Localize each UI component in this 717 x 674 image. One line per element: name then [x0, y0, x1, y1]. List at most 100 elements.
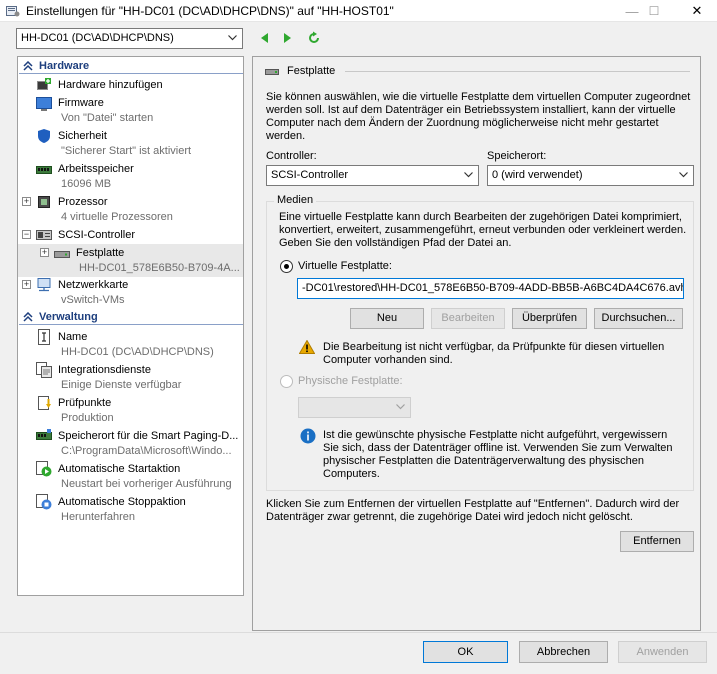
- remove-description: Klicken Sie zum Entfernen der virtuellen…: [266, 498, 680, 523]
- title-bar: Einstellungen für "HH-DC01 (DC\AD\DHCP\D…: [0, 0, 717, 22]
- hard-drive-icon: [265, 69, 279, 75]
- back-arrow-icon[interactable]: [258, 31, 272, 45]
- cancel-button[interactable]: Abbrechen: [519, 641, 608, 663]
- warning-icon: [299, 340, 315, 354]
- sidebar-item-label: Speicherort für die Smart Paging-D...: [58, 430, 239, 442]
- sidebar-item-scsi-controller[interactable]: − SCSI-Controller: [18, 226, 243, 244]
- memory-icon: [36, 166, 52, 174]
- sidebar-item-name[interactable]: Name HH-DC01 (DC\AD\DHCP\DNS): [18, 327, 243, 360]
- footer-divider: [0, 632, 717, 633]
- sidebar-item-label: SCSI-Controller: [58, 229, 136, 241]
- sidebar-item-detail: HH-DC01_578E6B50-B709-4A...: [79, 262, 240, 274]
- management-section-header[interactable]: Verwaltung: [19, 310, 243, 325]
- location-select-value: 0 (wird verwendet): [492, 169, 583, 181]
- close-button[interactable]: ✕: [677, 0, 717, 22]
- virtual-disk-radio-label[interactable]: Virtuelle Festplatte:: [298, 260, 392, 273]
- sidebar-item-detail: Neustart bei vorheriger Ausführung: [61, 478, 232, 490]
- sidebar-item-label: Hardware hinzufügen: [58, 79, 163, 91]
- shield-icon: [38, 129, 50, 143]
- scsi-controller-icon: [36, 230, 52, 240]
- inspect-disk-button[interactable]: Überprüfen: [512, 308, 587, 329]
- sidebar-item-auto-stop[interactable]: Automatische Stoppaktion Herunterfahren: [18, 492, 243, 525]
- auto-start-icon: [36, 461, 52, 477]
- chevron-down-icon: [464, 172, 473, 178]
- sidebar-item-detail: HH-DC01 (DC\AD\DHCP\DNS): [61, 346, 214, 358]
- close-icon: ✕: [691, 3, 703, 18]
- forward-arrow-icon[interactable]: [280, 31, 294, 45]
- info-text: Ist die gewünschte physische Festplatte …: [323, 429, 673, 480]
- vm-select[interactable]: HH-DC01 (DC\AD\DHCP\DNS): [16, 28, 243, 49]
- processor-icon: [38, 196, 50, 208]
- smart-paging-icon: [36, 429, 52, 440]
- maximize-icon: ☐: [648, 4, 660, 18]
- hardware-header-label: Hardware: [39, 60, 90, 72]
- ok-button[interactable]: OK: [423, 641, 508, 663]
- physical-disk-radio[interactable]: [280, 375, 293, 388]
- sidebar-item-label: Sicherheit: [58, 130, 107, 142]
- expand-icon[interactable]: +: [22, 280, 31, 289]
- hardware-section-header[interactable]: Hardware: [19, 59, 243, 74]
- location-select[interactable]: 0 (wird verwendet): [487, 165, 694, 186]
- controller-select-value: SCSI-Controller: [271, 169, 349, 181]
- controller-label: Controller:: [266, 150, 317, 162]
- refresh-icon[interactable]: [307, 31, 321, 45]
- sidebar-item-detail: "Sicherer Start" ist aktiviert: [61, 145, 192, 157]
- physical-disk-radio-label[interactable]: Physische Festplatte:: [298, 375, 403, 388]
- hard-drive-settings-panel: Festplatte Sie können auswählen, wie die…: [252, 56, 701, 631]
- vhd-path-input[interactable]: -DC01\restored\HH-DC01_578E6B50-B709-4AD…: [297, 278, 684, 299]
- section-title: Festplatte: [287, 65, 336, 77]
- apply-button[interactable]: Anwenden: [618, 641, 707, 663]
- vm-select-value: HH-DC01 (DC\AD\DHCP\DNS): [21, 32, 174, 44]
- collapse-tree-icon[interactable]: −: [22, 230, 31, 239]
- hard-drive-icon: [54, 251, 70, 258]
- virtual-disk-radio[interactable]: [280, 260, 293, 273]
- sidebar-item-detail: 16096 MB: [61, 178, 112, 190]
- expand-icon[interactable]: +: [40, 248, 49, 257]
- chevron-down-icon: [228, 35, 237, 41]
- sidebar-item-security[interactable]: Sicherheit "Sicherer Start" ist aktivier…: [18, 127, 243, 161]
- management-header-label: Verwaltung: [39, 311, 98, 323]
- sidebar-item-detail: vSwitch-VMs: [61, 294, 125, 306]
- sidebar-item-label: Netzwerkkarte: [58, 279, 129, 291]
- intro-text: Sie können auswählen, wie die virtuelle …: [266, 91, 691, 142]
- sidebar-item-checkpoints[interactable]: Prüfpunkte Produktion: [18, 393, 243, 426]
- sidebar-item-auto-start[interactable]: Automatische Startaktion Neustart bei vo…: [18, 459, 243, 492]
- firmware-icon: [36, 97, 52, 111]
- sidebar-item-hard-drive[interactable]: + Festplatte HH-DC01_578E6B50-B709-4A...: [18, 244, 243, 277]
- sidebar-item-label: Festplatte: [76, 247, 125, 259]
- settings-app-icon: [6, 4, 20, 18]
- media-description: Eine virtuelle Festplatte kann durch Bea…: [279, 211, 687, 249]
- remove-button[interactable]: Entfernen: [620, 531, 694, 552]
- sidebar-item-label: Automatische Startaktion: [58, 463, 181, 475]
- sidebar-item-detail: Von "Datei" starten: [61, 112, 154, 124]
- sidebar-item-label: Name: [58, 331, 88, 343]
- location-label: Speicherort:: [487, 150, 547, 162]
- physical-disk-select[interactable]: [298, 397, 411, 418]
- sidebar-item-label: Prozessor: [58, 196, 108, 208]
- sidebar-item-smart-paging[interactable]: Speicherort für die Smart Paging-D... C:…: [18, 426, 243, 459]
- maximize-button[interactable]: ☐: [634, 0, 674, 22]
- section-divider: [345, 71, 690, 72]
- sidebar-item-label: Integrationsdienste: [58, 364, 151, 376]
- sidebar-item-network-adapter[interactable]: + Netzwerkkarte vSwitch-VMs: [18, 276, 243, 310]
- sidebar-item-integration-services[interactable]: Integrationsdienste Einige Dienste verfü…: [18, 360, 243, 393]
- collapse-icon: [23, 312, 33, 322]
- settings-tree: Hardware Hardware hinzufügen Firmware Vo…: [17, 56, 244, 596]
- integration-services-icon: [36, 362, 52, 378]
- sidebar-item-add-hardware[interactable]: Hardware hinzufügen: [18, 76, 243, 94]
- edit-disk-button[interactable]: Bearbeiten: [431, 308, 505, 329]
- browse-button[interactable]: Durchsuchen...: [594, 308, 683, 329]
- sidebar-item-firmware[interactable]: Firmware Von "Datei" starten: [18, 94, 243, 128]
- warning-text: Die Bearbeitung ist nicht verfügbar, da …: [323, 341, 665, 366]
- network-adapter-icon: [37, 278, 51, 292]
- name-icon: [38, 329, 50, 345]
- chevron-down-icon: [396, 404, 405, 410]
- controller-select[interactable]: SCSI-Controller: [266, 165, 479, 186]
- sidebar-item-memory[interactable]: Arbeitsspeicher 16096 MB: [18, 160, 243, 194]
- auto-stop-icon: [36, 494, 52, 510]
- expand-icon[interactable]: +: [22, 197, 31, 206]
- new-disk-button[interactable]: Neu: [350, 308, 424, 329]
- media-group-label: Medien: [274, 194, 317, 207]
- add-hardware-icon: [37, 78, 51, 90]
- sidebar-item-processor[interactable]: + Prozessor 4 virtuelle Prozessoren: [18, 193, 243, 227]
